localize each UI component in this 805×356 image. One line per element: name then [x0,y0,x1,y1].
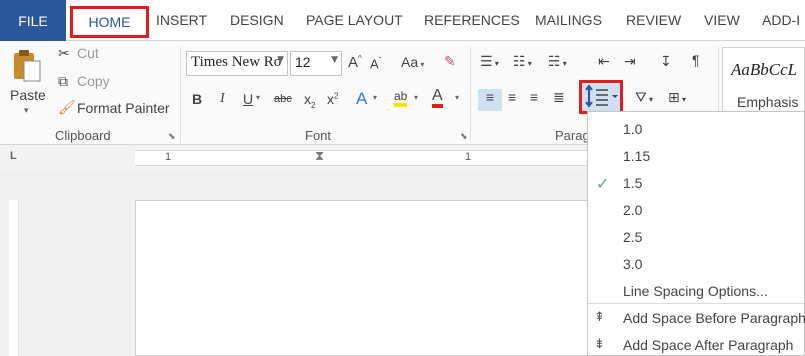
grow-font-button[interactable]: A^ [348,54,362,71]
increase-indent-icon[interactable]: ⇥ [624,53,636,70]
sort-icon[interactable]: ↧ [660,53,672,70]
line-spacing-menu: 1.0 1.15 ✓ 1.5 2.0 2.5 3.0 Line Spacing … [587,111,805,356]
tab-file[interactable]: FILE [0,0,66,41]
paste-dropdown-caret[interactable]: ▾ [24,105,29,116]
line-spacing-option-2-0[interactable]: 2.0 [623,202,642,218]
change-case-button[interactable]: Aa ▾ [401,54,424,70]
copy-icon: ⧉ [58,73,68,89]
chevron-down-icon: ▼ [331,55,338,65]
clipboard-launcher-icon[interactable]: ⬊ [168,131,176,142]
underline-dropdown-caret[interactable]: ▾ [256,93,260,102]
clipboard-icon [14,50,41,82]
underline-button[interactable]: U [243,91,253,107]
line-spacing-option-1-15[interactable]: 1.15 [623,148,650,164]
bullets-icon[interactable]: ☰ ▾ [480,53,499,70]
format-painter-icon: 🖌 [58,99,76,115]
align-center-icon[interactable]: ≡ [508,89,516,105]
tab-selector-icon[interactable]: L [10,150,17,162]
text-effects-button[interactable]: A [356,89,367,109]
ruler-mark-right: 1 [465,151,472,163]
tab-design[interactable]: DESIGN [230,12,284,28]
shrink-font-button[interactable]: Aˇ [370,56,381,71]
change-case-label: Aa [401,54,419,70]
font-name-value: Times New Ro [191,54,282,70]
copy-button[interactable]: Copy [77,73,110,89]
ruler-mark-left: 1 [165,151,172,163]
tab-review[interactable]: REVIEW [626,12,681,28]
subscript-button[interactable]: x2 [304,91,315,110]
tab-add-ins[interactable]: ADD-I [762,12,800,28]
line-spacing-option-1-0[interactable]: 1.0 [623,121,642,137]
line-spacing-options-item[interactable]: Line Spacing Options... [623,283,768,299]
style-preview: AaBbCcL [731,60,798,79]
tab-view[interactable]: VIEW [704,12,740,28]
bold-button[interactable]: B [192,91,202,107]
font-size-combo[interactable]: 12 ▼ [290,51,342,76]
chevron-down-icon: ▼ [277,55,284,65]
line-spacing-icon [585,84,618,108]
borders-icon[interactable]: ⊞ ▾ [668,89,686,106]
clipboard-group-label: Clipboard [55,128,111,143]
paste-button[interactable]: Paste ▾ [6,47,50,123]
tab-references[interactable]: REFERENCES [424,12,520,28]
vertical-ruler[interactable] [9,200,19,356]
indent-marker-icon[interactable]: ⧗ [315,148,324,164]
ribbon-tab-bar: FILE HOME INSERT DESIGN PAGE LAYOUT REFE… [0,0,805,41]
justify-icon[interactable]: ≣ [553,89,565,106]
add-space-before-item[interactable]: Add Space Before Paragraph [623,310,805,326]
numbering-icon[interactable]: ☷ ▾ [513,53,532,70]
font-name-combo[interactable]: Times New Ro ▼ [186,51,288,76]
decrease-indent-icon[interactable]: ⇤ [598,53,610,70]
clear-formatting-icon[interactable]: ✎ [444,53,456,70]
show-formatting-icon[interactable]: ¶ [692,52,700,68]
font-size-value: 12 [295,54,311,70]
paste-label: Paste [10,87,46,103]
font-group-label: Font [305,128,332,143]
grow-font-label: A [348,54,359,71]
checkmark-icon: ✓ [596,176,610,193]
add-space-after-item[interactable]: Add Space After Paragraph [623,337,793,353]
document-page[interactable] [135,200,605,356]
space-after-icon: ⇟ [594,336,605,351]
highlight-button[interactable]: ab [394,89,408,107]
highlight-caret[interactable]: ▾ [414,93,418,102]
scissors-icon: ✂ [58,45,70,61]
group-divider [180,47,181,143]
subscript-label: x [304,91,311,107]
align-left-icon[interactable]: ≡ [478,89,502,111]
font-color-caret[interactable]: ▾ [455,93,459,102]
italic-button[interactable]: I [220,91,225,107]
paragraph-group-label: Parag [555,128,590,143]
style-name-emphasis: Emphasis [737,94,799,110]
menu-divider [588,303,805,304]
tab-mailings[interactable]: MAILINGS [535,12,602,28]
align-right-icon[interactable]: ≡ [530,89,538,105]
tab-home[interactable]: HOME [70,6,149,38]
multilevel-list-icon[interactable]: ☵ ▾ [548,53,567,70]
line-spacing-option-3-0[interactable]: 3.0 [623,256,642,272]
line-spacing-button[interactable] [579,80,623,114]
tab-insert[interactable]: INSERT [156,12,207,28]
shading-icon[interactable]: ⛛ ▾ [635,89,653,106]
space-before-icon: ⇞ [594,309,605,324]
line-spacing-option-2-5[interactable]: 2.5 [623,229,642,245]
superscript-button[interactable]: x2 [327,91,338,107]
superscript-label: x [327,91,334,107]
format-painter-button[interactable]: Format Painter [77,100,170,116]
group-divider [470,47,471,143]
font-color-button[interactable]: A [432,87,443,108]
tab-page-layout[interactable]: PAGE LAYOUT [306,12,403,28]
line-spacing-option-1-5[interactable]: 1.5 [623,175,642,191]
text-effects-caret[interactable]: ▾ [373,93,377,102]
shrink-font-label: A [370,56,379,72]
font-launcher-icon[interactable]: ⬊ [460,131,468,142]
strikethrough-button[interactable]: abc [274,93,292,105]
cut-button[interactable]: Cut [77,45,99,61]
